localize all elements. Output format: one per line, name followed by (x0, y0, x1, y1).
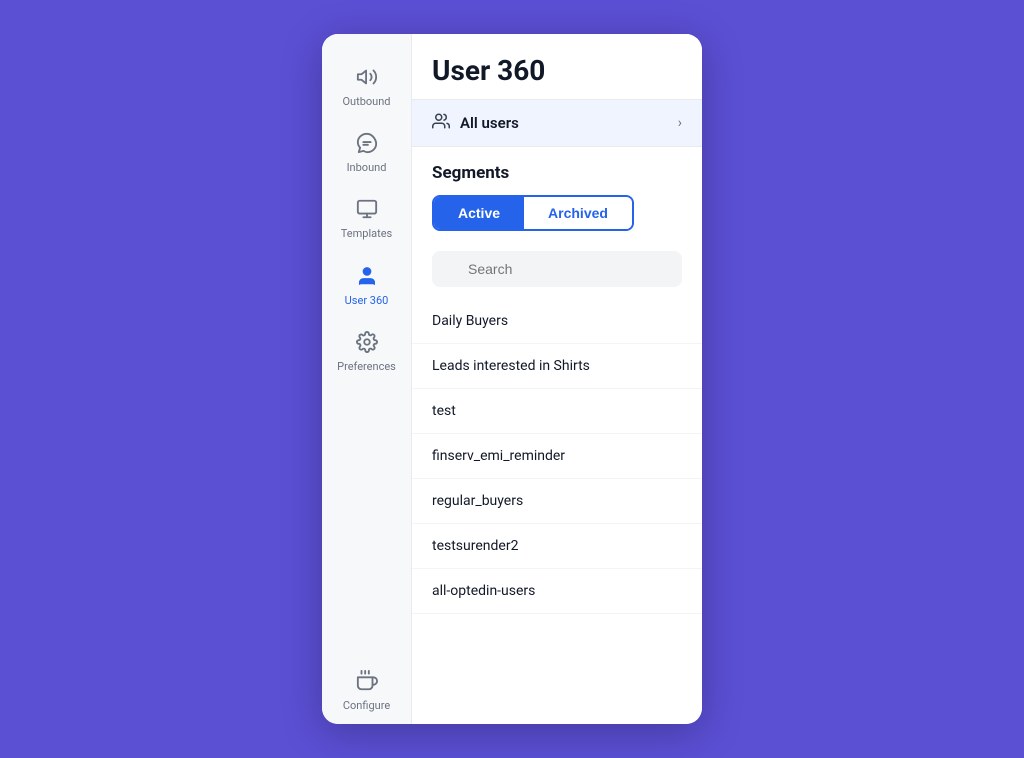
list-item[interactable]: Leads interested in Shirts (412, 344, 702, 389)
sidebar-item-outbound[interactable]: Outbound (322, 54, 411, 120)
user360-label: User 360 (345, 294, 389, 307)
sidebar-item-templates[interactable]: Templates (322, 186, 411, 252)
all-users-row[interactable]: All users › (412, 99, 702, 147)
list-item[interactable]: finserv_emi_reminder (412, 434, 702, 479)
inbound-label: Inbound (347, 161, 387, 174)
preferences-label: Preferences (337, 360, 396, 373)
page-title: User 360 (412, 34, 702, 99)
templates-label: Templates (341, 227, 392, 240)
outbound-icon (356, 66, 378, 91)
app-container: Outbound Inbound Templates (322, 34, 702, 724)
segments-title: Segments (432, 163, 682, 183)
tab-active[interactable]: Active (434, 197, 524, 229)
list-item[interactable]: Daily Buyers (412, 299, 702, 344)
configure-icon (356, 670, 378, 695)
templates-icon (356, 198, 378, 223)
list-item[interactable]: testsurender2 (412, 524, 702, 569)
configure-label: Configure (343, 699, 390, 712)
segment-list: Daily Buyers Leads interested in Shirts … (412, 295, 702, 724)
list-item[interactable]: regular_buyers (412, 479, 702, 524)
main-content: User 360 All users › Segments Active Arc… (412, 34, 702, 724)
sidebar: Outbound Inbound Templates (322, 34, 412, 724)
all-users-chevron: › (678, 115, 682, 131)
list-item[interactable]: test (412, 389, 702, 434)
sidebar-item-configure[interactable]: Configure (322, 658, 411, 724)
all-users-icon (432, 112, 450, 134)
tabs-row: Active Archived (432, 195, 634, 231)
search-container (432, 251, 682, 287)
all-users-label: All users (460, 114, 678, 132)
sidebar-item-preferences[interactable]: Preferences (322, 319, 411, 385)
search-input[interactable] (432, 251, 682, 287)
sidebar-item-inbound[interactable]: Inbound (322, 120, 411, 186)
sidebar-item-user360[interactable]: User 360 (322, 253, 411, 319)
preferences-icon (356, 331, 378, 356)
user360-icon (356, 265, 378, 290)
list-item[interactable]: all-optedin-users (412, 569, 702, 614)
outbound-label: Outbound (342, 95, 390, 108)
inbound-icon (356, 132, 378, 157)
segments-section: Segments Active Archived (412, 147, 702, 239)
tab-archived[interactable]: Archived (524, 197, 632, 229)
search-wrapper (412, 239, 702, 295)
